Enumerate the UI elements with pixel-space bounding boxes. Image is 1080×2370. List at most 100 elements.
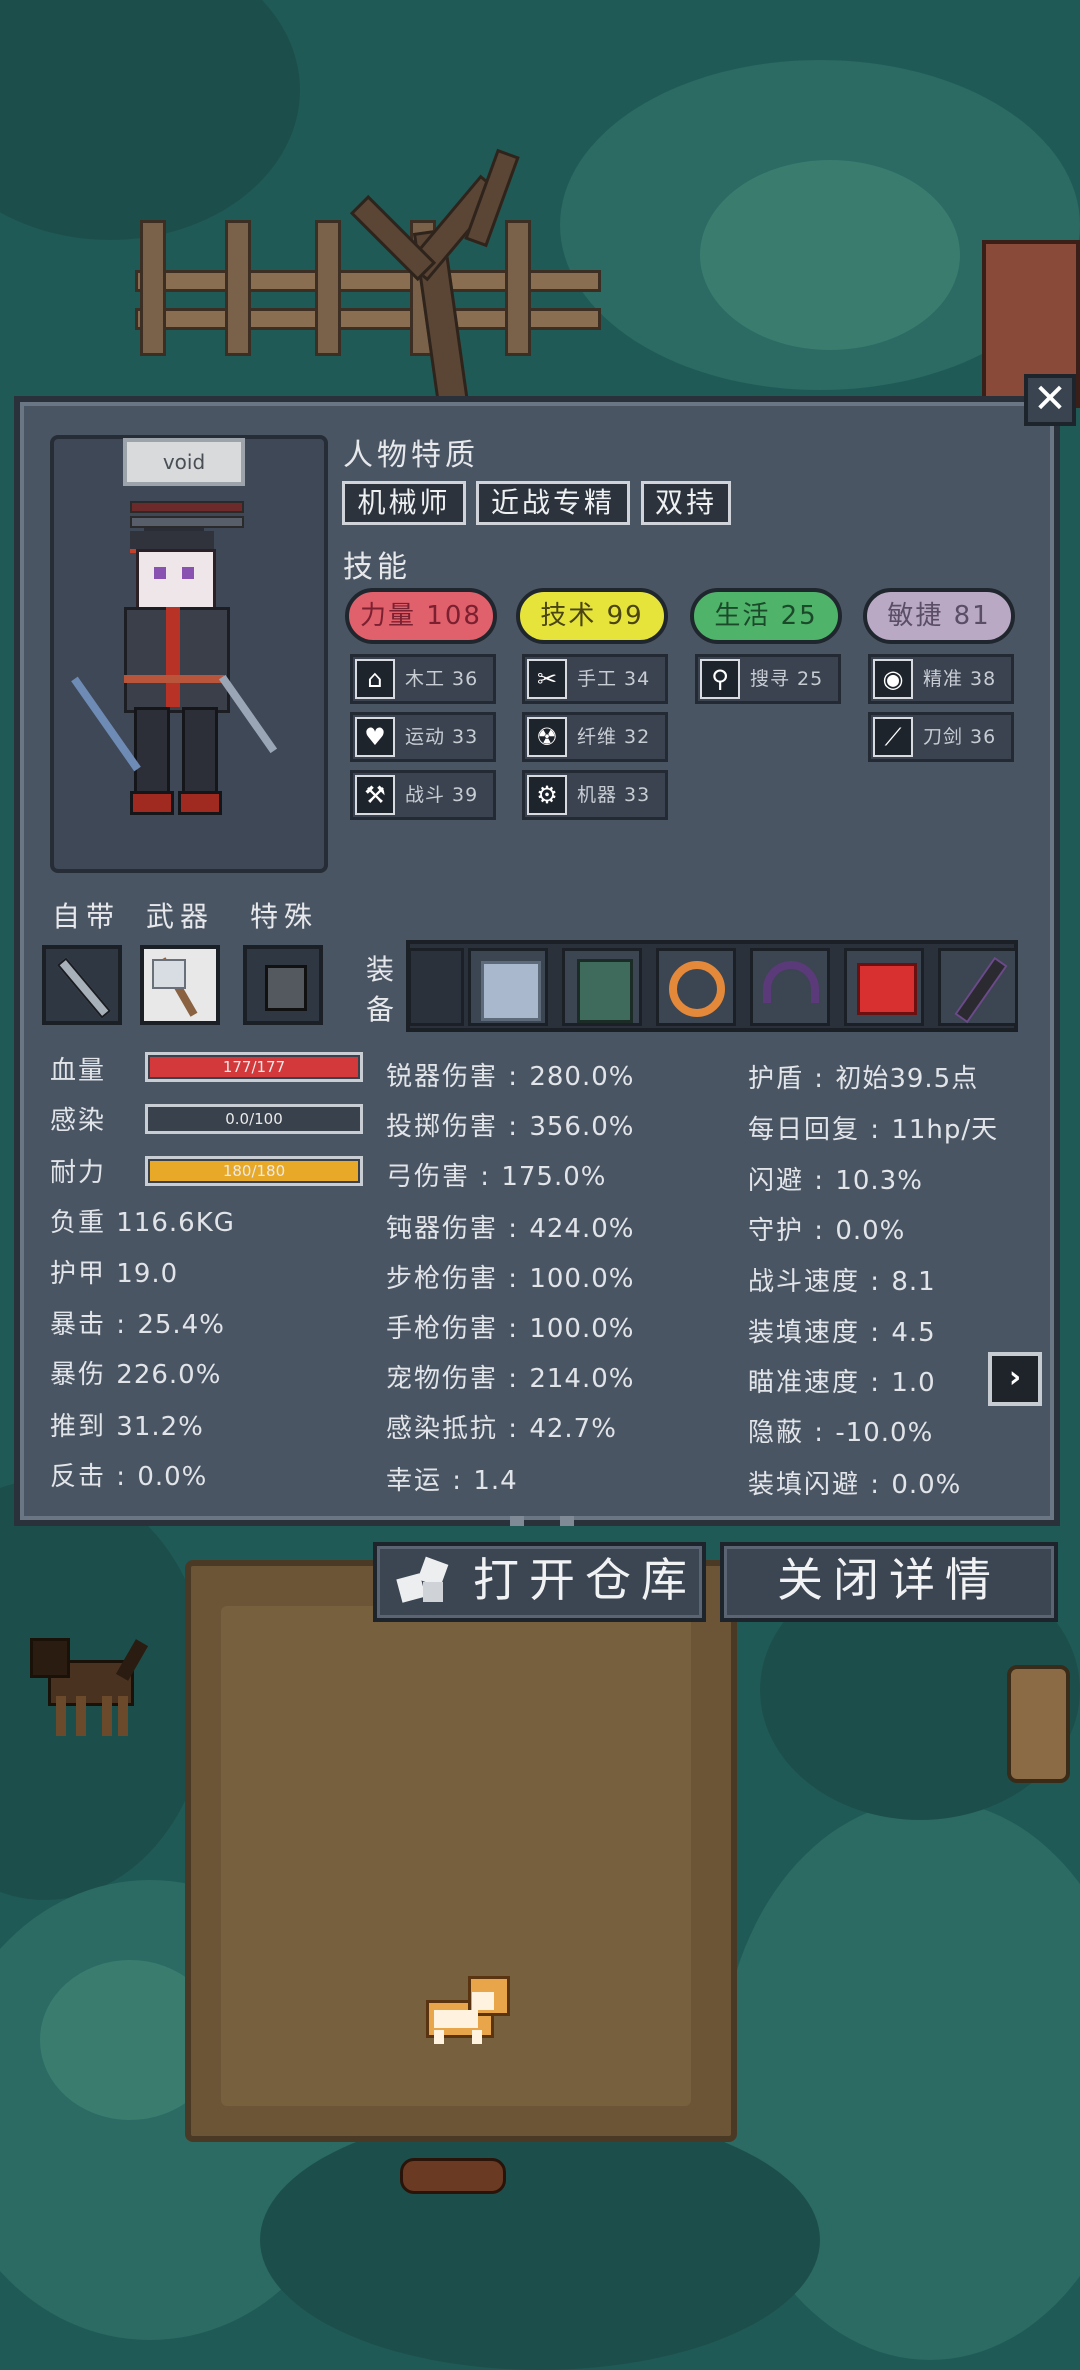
stat-aim-speed: 瞄准速度 : 1.0: [748, 1368, 936, 1398]
ring-icon: [669, 961, 725, 1017]
sub-skill-label: 刀剑 36: [923, 726, 997, 748]
skill-strength[interactable]: 力量 108: [345, 588, 497, 644]
stamina-bar: 180/180: [145, 1156, 363, 1186]
stat-daily-regen: 每日回复 : 11hp/天: [748, 1115, 999, 1145]
scissors-icon: ✂: [527, 659, 567, 699]
stat-guard: 守护 : 0.0%: [748, 1216, 906, 1246]
stat-shield: 护盾 : 初始39.5点: [748, 1064, 979, 1094]
sub-skill-blades[interactable]: ⟋ 刀剑 36: [868, 712, 1014, 762]
skill-living[interactable]: 生活 25: [690, 588, 842, 644]
stat-stamina-label: 耐力: [50, 1158, 107, 1188]
equip-headphones[interactable]: [750, 948, 830, 1026]
close-details-button[interactable]: 关闭详情: [720, 1542, 1058, 1622]
equip-vest[interactable]: [468, 948, 548, 1026]
weapon-slot-label: 武器: [146, 900, 215, 933]
character-mini-bar: [130, 516, 244, 528]
equip-ring[interactable]: [656, 948, 736, 1026]
equip-medkit[interactable]: [844, 948, 924, 1026]
corgi-pet: [420, 1970, 515, 2050]
special-slot[interactable]: [243, 945, 323, 1025]
equipment-label: 装备: [365, 953, 394, 1026]
gear-icon: ⚙: [527, 775, 567, 815]
axe-icon: ⚒: [355, 775, 395, 815]
stat-bow-damage: 弓伤害 : 175.0%: [386, 1162, 607, 1192]
equip-backpack[interactable]: [562, 948, 642, 1026]
equip-slot-empty[interactable]: [408, 948, 464, 1026]
sword-icon: ⟋: [873, 717, 913, 757]
sub-skill-label: 搜寻 25: [750, 668, 824, 690]
open-storage-label: 打开仓库: [473, 1553, 697, 1607]
stat-crit: 暴击 : 25.4%: [50, 1310, 225, 1340]
sub-skill-label: 木工 36: [405, 668, 479, 690]
close-button[interactable]: ✕: [1024, 374, 1076, 426]
equip-flashlight[interactable]: [938, 948, 1018, 1026]
page-indicator-dot: [560, 1516, 574, 1526]
house-icon: ⌂: [355, 659, 395, 699]
stat-crit-damage: 暴伤 226.0%: [50, 1360, 222, 1390]
sleeping-animal: [400, 2158, 506, 2194]
sub-skill-label: 精准 38: [923, 668, 997, 690]
stat-sharp-damage: 锐器伤害 : 280.0%: [386, 1062, 635, 1092]
sub-skill-label: 纤维 32: [577, 726, 651, 748]
stamina-bar-text: 180/180: [222, 1162, 286, 1180]
stat-armor: 护甲 19.0: [50, 1259, 179, 1289]
stat-weight: 负重 116.6KG: [50, 1208, 235, 1238]
stat-infection-label: 感染: [50, 1106, 107, 1136]
open-storage-button[interactable]: 打开仓库: [373, 1542, 706, 1622]
stat-reload-dodge: 装填闪避 : 0.0%: [748, 1470, 962, 1500]
infection-bar: 0.0/100: [145, 1104, 363, 1134]
stat-rifle-damage: 步枪伤害 : 100.0%: [386, 1264, 635, 1294]
radiation-icon: ☢: [527, 717, 567, 757]
trait-melee-specialist[interactable]: 近战专精: [476, 481, 630, 525]
sub-skill-athletics[interactable]: ♥ 运动 33: [350, 712, 496, 762]
fence: [135, 270, 601, 292]
sub-skill-fiber[interactable]: ☢ 纤维 32: [522, 712, 668, 762]
shepherd-dog: [30, 1630, 160, 1740]
innate-slot[interactable]: [42, 945, 122, 1025]
skill-agility[interactable]: 敏捷 81: [863, 588, 1015, 644]
sub-skill-precision[interactable]: ◉ 精准 38: [868, 654, 1014, 704]
sub-skill-woodwork[interactable]: ⌂ 木工 36: [350, 654, 496, 704]
heart-icon: ♥: [355, 717, 395, 757]
sub-skill-combat[interactable]: ⚒ 战斗 39: [350, 770, 496, 820]
sub-skill-handicraft[interactable]: ✂ 手工 34: [522, 654, 668, 704]
trait-dual-wield[interactable]: 双持: [641, 481, 731, 525]
stat-hp-label: 血量: [50, 1056, 107, 1086]
infection-bar-text: 0.0/100: [225, 1110, 283, 1128]
sub-skill-machinery[interactable]: ⚙ 机器 33: [522, 770, 668, 820]
close-details-label: 关闭详情: [777, 1553, 1001, 1607]
page-indicator-dot: [510, 1516, 524, 1526]
sub-skill-label: 手工 34: [577, 668, 651, 690]
trait-mechanic[interactable]: 机械师: [342, 481, 466, 525]
stat-knockdown: 推到 31.2%: [50, 1412, 204, 1442]
sub-skill-search[interactable]: ⚲ 搜寻 25: [695, 654, 841, 704]
boxes-icon: [396, 1556, 449, 1604]
stat-throw-damage: 投掷伤害 : 356.0%: [386, 1112, 635, 1142]
character-name-tag: void: [123, 438, 245, 486]
stat-combat-speed: 战斗速度 : 8.1: [748, 1267, 936, 1297]
sub-skill-label: 运动 33: [405, 726, 479, 748]
dirt-patch: [185, 1560, 737, 2142]
traits-title: 人物特质: [343, 438, 479, 473]
stat-dodge: 闪避 : 10.3%: [748, 1166, 923, 1196]
medkit-icon: [857, 963, 917, 1015]
weapon-slot[interactable]: [140, 945, 220, 1025]
stat-blunt-damage: 钝器伤害 : 424.0%: [386, 1214, 635, 1244]
flashlight-icon: [954, 956, 1008, 1024]
skills-title: 技能: [343, 550, 411, 585]
headphones-icon: [763, 961, 819, 1003]
character-health-mini-bar: [130, 501, 244, 513]
hp-bar: 177/177: [145, 1052, 363, 1082]
barrel: [1007, 1665, 1070, 1783]
special-slot-label: 特殊: [250, 900, 319, 933]
vest-icon: [481, 961, 541, 1021]
stat-reload-speed: 装填速度 : 4.5: [748, 1318, 936, 1348]
stat-stealth: 隐蔽 : -10.0%: [748, 1418, 934, 1448]
cat-icon: [265, 965, 307, 1011]
innate-slot-label: 自带: [52, 900, 121, 933]
skill-technique[interactable]: 技术 99: [516, 588, 668, 644]
stat-counter: 反击 : 0.0%: [50, 1462, 208, 1492]
hp-bar-text: 177/177: [222, 1058, 286, 1076]
sub-skill-label: 战斗 39: [405, 784, 479, 806]
next-page-button[interactable]: ›: [988, 1352, 1042, 1406]
